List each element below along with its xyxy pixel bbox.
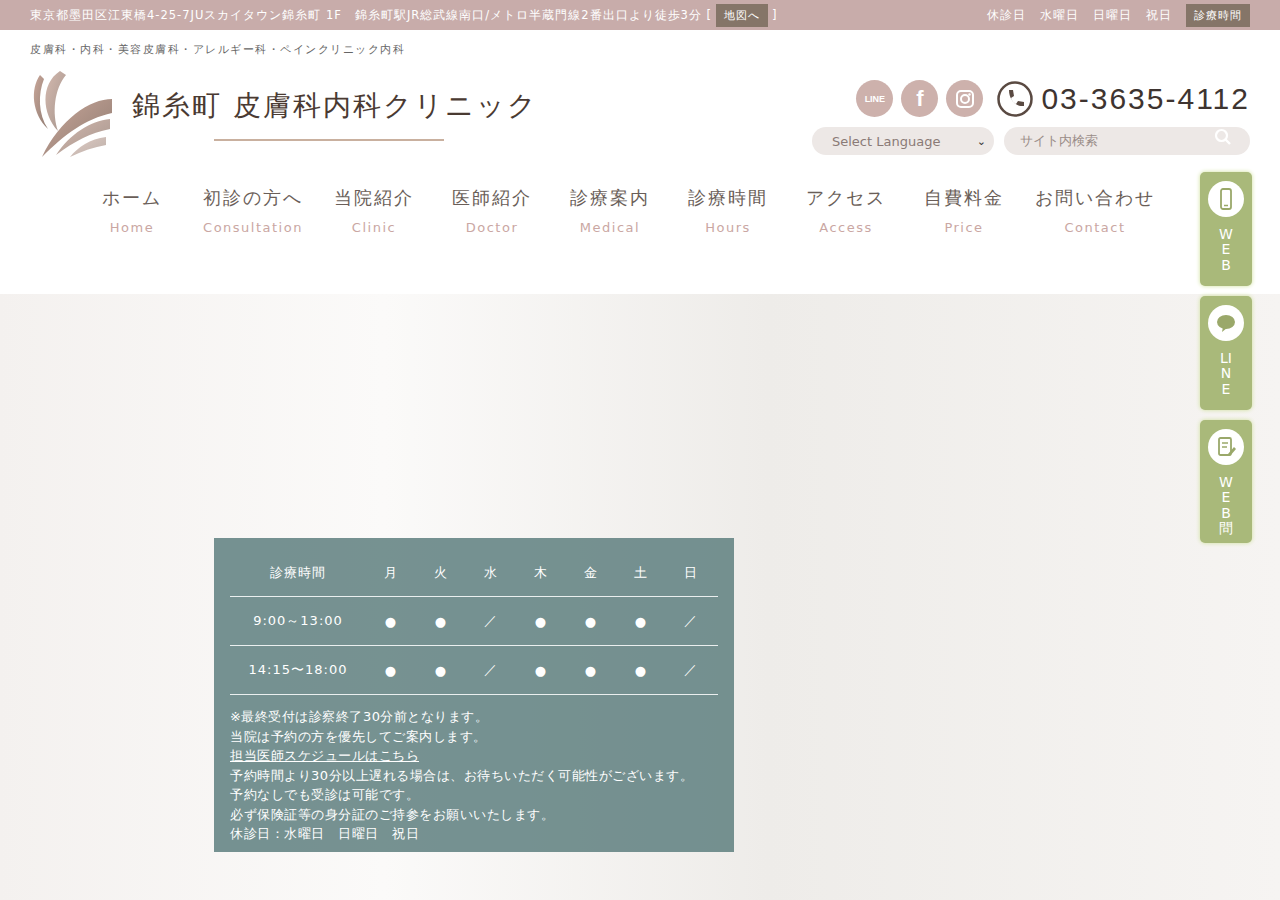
note: 当院は予約の方を優先してご案内します。 xyxy=(230,727,718,747)
top-bar: 東京都墨田区江東橋4-25-7JUスカイタウン錦糸町 1F 錦糸町駅JR総武線南… xyxy=(0,0,1280,30)
search-field[interactable]: サイト内検索 xyxy=(1004,127,1250,155)
address: 東京都墨田区江東橋4-25-7JUスカイタウン錦糸町 1F 錦糸町駅JR総武線南… xyxy=(30,8,712,23)
closed-day: 日曜日 xyxy=(1093,8,1132,23)
hours-button[interactable]: 診療時間 xyxy=(1186,4,1250,27)
header: 皮膚科・内科・美容皮膚科・アレルギー科・ペインクリニック内科 錦糸町 皮膚科内科… xyxy=(0,30,1280,170)
nav-item[interactable]: 診療時間 Hours xyxy=(681,186,775,294)
search-icon[interactable] xyxy=(1214,128,1232,146)
side-phone-button[interactable]: WEB xyxy=(1200,172,1252,286)
line-icon[interactable]: LINE xyxy=(856,80,893,117)
phone-icon xyxy=(997,81,1033,117)
tagline: 皮膚科・内科・美容皮膚科・アレルギー科・ペインクリニック内科 xyxy=(30,42,538,57)
schedule-notes: ※最終受付は診察終了30分前となります。当院は予約の方を優先してご案内します。担… xyxy=(230,695,718,844)
nav-item[interactable]: 自費料金 Price xyxy=(917,186,1011,294)
page: 東京都墨田区江東橋4-25-7JUスカイタウン錦糸町 1F 錦糸町駅JR総武線南… xyxy=(0,0,1280,900)
instagram-icon[interactable] xyxy=(946,80,983,117)
closed-day: 休診日 xyxy=(987,8,1026,23)
nav-item[interactable]: アクセス Access xyxy=(799,186,893,294)
schedule-panel: 診療時間月火水木金土日 9:00～13:00 ●●／●●●／14:15〜18:0… xyxy=(214,538,734,852)
facebook-icon[interactable]: f xyxy=(901,80,938,117)
nav-item[interactable]: 診療案内 Medical xyxy=(563,186,657,294)
nav-item[interactable]: 医師紹介 Doctor xyxy=(445,186,539,294)
note: 予約時間より30分以上遅れる場合は、お待ちいただく可能性がございます。 xyxy=(230,766,718,786)
note: 必ず保険証等の身分証のご持参をお願いいたします。 xyxy=(230,805,718,825)
note: 予約なしでも受診は可能です。 xyxy=(230,785,718,805)
language-select[interactable]: Select Language⌄ xyxy=(812,127,994,155)
logo-title: 錦糸町 皮膚科内科クリニック xyxy=(132,87,538,125)
phone-icon xyxy=(1208,181,1244,217)
nav-item[interactable]: 初診の方へ Consultation xyxy=(203,186,303,294)
phone-number[interactable]: 03-3635-4112 xyxy=(1041,82,1250,116)
schedule-row: 14:15〜18:00 ●●／●●●／ xyxy=(230,646,718,695)
nav-item[interactable]: お問い合わせ Contact xyxy=(1035,186,1155,294)
closed-day: 水曜日 xyxy=(1040,8,1079,23)
closed-day: 祝日 xyxy=(1146,8,1172,23)
side-form-button[interactable]: WEB問 xyxy=(1200,420,1252,543)
schedule-link[interactable]: 担当医師スケジュールはこちら xyxy=(230,746,718,766)
map-button[interactable]: 地図へ xyxy=(716,4,768,27)
nav-item[interactable]: 当院紹介 Clinic xyxy=(327,186,421,294)
note: ※最終受付は診察終了30分前となります。 xyxy=(230,707,718,727)
main-nav: ホーム Home 初診の方へ Consultation 当院紹介 Clinic 医師紹… xyxy=(0,170,1280,294)
schedule-header: 診療時間月火水木金土日 xyxy=(230,550,718,597)
nav-item[interactable]: ホーム Home xyxy=(85,186,179,294)
hero-image: 診療時間月火水木金土日 9:00～13:00 ●●／●●●／14:15〜18:0… xyxy=(0,294,1280,900)
side-buttons: WEB LINE WEB問 xyxy=(1200,172,1252,543)
side-line-button[interactable]: LINE xyxy=(1200,296,1252,410)
address-end: ] xyxy=(772,8,778,22)
logo-underline xyxy=(214,139,444,141)
schedule-row: 9:00～13:00 ●●／●●●／ xyxy=(230,597,718,646)
form-icon xyxy=(1208,429,1244,465)
wing-logo-icon xyxy=(30,69,114,159)
logo[interactable]: 錦糸町 皮膚科内科クリニック xyxy=(30,69,538,159)
note: 休診日：水曜日 日曜日 祝日 xyxy=(230,824,718,844)
line-icon xyxy=(1208,305,1244,341)
